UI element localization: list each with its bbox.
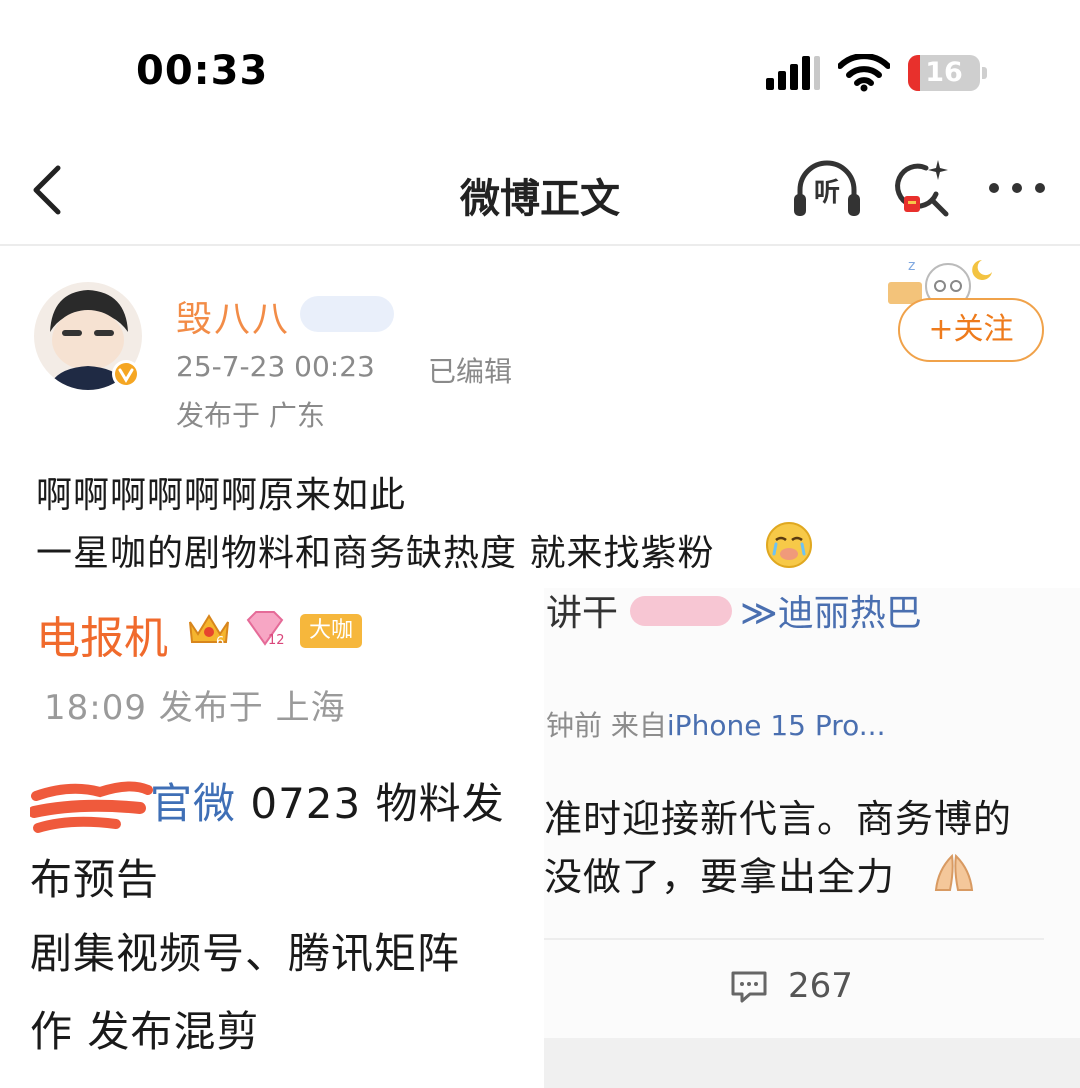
embedded-meta: 钟前 来自iPhone 15 Pro... [546,709,886,742]
fan-badge [630,596,732,626]
embedded-text-line: 没做了，要拿出全力 [544,855,896,899]
post-text-line: 啊啊啊啊啊啊原来如此 [36,475,407,516]
svg-text:z: z [908,258,915,274]
embedded-author-name: 电报机 [36,613,168,664]
post-location: 发布于 广东 [176,399,325,432]
diamond-level: 12 [268,633,285,648]
embedded-header: 讲干 ≫迪丽热巴 [544,588,1080,634]
comment-count: 267 [788,966,853,1006]
embedded-text-line: 作 发布混剪 [30,1007,260,1056]
embedded-text-line: 布预告 [30,855,160,904]
crown-badge-icon: 6 [189,614,229,648]
embedded-text-line: 剧集视频号、腾讯矩阵 [30,929,461,978]
search-ai-icon[interactable] [892,158,952,220]
comment-icon [731,971,767,1003]
post-image-right[interactable]: 讲干 ≫迪丽热巴 钟前 来自iPhone 15 Pro... 准时迎接新代言。商… [544,588,1080,1088]
praying-hands-icon [934,853,974,891]
divider [544,938,1044,940]
embedded-meta: 18:09 发布于 上海 [44,688,346,728]
avatar[interactable] [34,282,142,390]
crown-level: 6 [216,635,224,648]
mention-link: ≫迪丽热巴 [740,593,922,634]
status-time: 00:33 [136,48,269,94]
cellular-signal-icon [766,56,820,90]
post-time: 25-7-23 00:23 [176,350,375,383]
wifi-icon [838,54,890,92]
battery-level: 16 [925,57,963,88]
diamond-badge-icon: 12 [246,611,285,648]
redaction-scribble [30,781,153,833]
daka-badge: 大咖 [300,614,362,648]
listen-label: 听 [813,178,840,208]
author-name[interactable]: 毁八八 [176,290,290,342]
device-link: iPhone 15 Pro... [666,709,886,742]
nav-divider [0,244,1080,246]
battery-indicator: 16 [908,55,988,91]
post-text-line: 一星咖的剧物料和商务缺热度 就来找紫粉 [36,533,715,574]
post-image-left[interactable]: 电报机 6 12 大咖 18:09 发布于 上海 官微 0723 物料发 布预告… [0,588,544,1088]
embedded-text-line: 准时迎接新代言。商务博的 [544,797,1013,841]
edited-label[interactable]: 已编辑 [428,350,512,390]
bottom-bar [544,1038,1080,1088]
crying-emoji-icon [766,522,812,568]
follow-button[interactable]: +关注 [898,298,1044,362]
official-weibo-link: 官微 [150,779,237,828]
name-badge [300,296,394,332]
more-icon[interactable] [988,176,1046,200]
